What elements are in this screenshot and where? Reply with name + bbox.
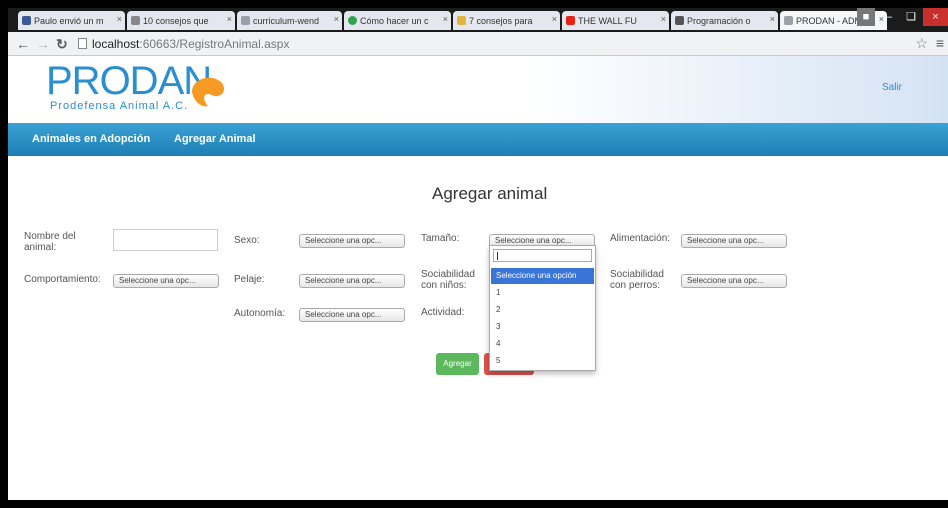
name-label: Nombre del animal: [24,231,76,253]
size-dropdown-list: Seleccione una opción 1 2 3 4 5 [489,245,596,371]
tab-title: 7 consejos para [469,15,533,26]
dropdown-option[interactable]: Seleccione una opción [491,268,594,284]
sex-select[interactable]: Seleccione una opc... [299,234,405,248]
dogs-sociability-label: Sociabilidad con perros: [610,269,664,291]
main-content: Agregar animal Nombre del animal: Sexo: … [8,156,948,500]
back-icon[interactable]: ← [16,36,30,52]
dropdown-search-input[interactable] [493,249,592,262]
url-host: localhost [92,37,140,51]
coat-label: Pelaje: [234,274,265,285]
tab-title: Paulo envió un m [34,15,104,26]
tab-title: curriculum-wend [253,15,320,26]
tab-title: Programación o [687,15,751,26]
tab-title: PRODAN - ADM [796,15,863,26]
browser-tab[interactable]: Cómo hacer un c × [344,11,451,30]
logo-title: PRODAN [46,59,212,103]
food-select[interactable]: Seleccione una opc... [681,234,787,248]
nav-add-animal-link[interactable]: Agregar Animal [174,133,256,145]
tab-title: THE WALL FU [578,15,637,26]
youtube-icon [566,16,575,25]
logout-link[interactable]: Salir [882,82,902,93]
user-icon[interactable]: ■ [857,8,875,26]
close-icon[interactable]: × [443,14,448,24]
dropdown-option[interactable]: 4 [491,336,594,352]
dogs-sociability-select[interactable]: Seleccione una opc... [681,274,787,288]
browser-tab[interactable]: 10 consejos que × [127,11,235,30]
page-icon [78,38,87,49]
dropdown-option[interactable]: 5 [491,353,594,369]
nav-adoption-link[interactable]: Animales en Adopción [32,133,150,145]
dropdown-option[interactable]: 1 [491,285,594,301]
close-icon[interactable]: × [227,14,232,24]
size-label: Tamaño: [421,233,460,244]
site-header: PRODAN Prodefensa Animal A.C. Salir [8,56,948,123]
browser-tab[interactable]: Paulo envió un m × [18,11,125,30]
close-icon[interactable]: × [770,14,775,24]
site-icon [348,16,357,25]
browser-tab-strip: Paulo envió un m × 10 consejos que × curri… [8,8,948,32]
close-icon[interactable]: × [334,14,339,24]
browser-tab[interactable]: THE WALL FU × [562,11,669,30]
tab-title: 10 consejos que [143,15,209,26]
address-bar: ← → ↻ localhost:60663/RegistroAnimal.asp… [8,32,948,56]
close-window-icon[interactable]: × [923,8,948,26]
paw-logo-icon [192,77,224,107]
url-path: :60663/RegistroAnimal.aspx [139,37,290,51]
minimize-icon[interactable]: – [879,8,899,26]
close-icon[interactable]: × [117,14,122,24]
wikipedia-icon [675,16,684,25]
browser-tab[interactable]: Programación o × [671,11,778,30]
kids-sociability-label: Sociabilidad con niños: [421,269,475,291]
site-icon [457,16,466,25]
sex-label: Sexo: [234,235,260,246]
close-icon[interactable]: × [552,14,557,24]
text-cursor [497,252,498,260]
browser-tab[interactable]: curriculum-wend × [237,11,342,30]
document-icon [241,16,250,25]
url-field[interactable]: localhost:60663/RegistroAnimal.aspx [92,37,289,51]
facebook-icon [22,16,31,25]
browser-tab[interactable]: 7 consejos para × [453,11,560,30]
dropdown-option[interactable]: 3 [491,319,594,335]
logo-subtitle: Prodefensa Animal A.C. [50,100,189,112]
coat-select[interactable]: Seleccione una opc... [299,274,405,288]
page-icon [131,16,140,25]
menu-icon[interactable]: ≡ [936,35,944,51]
behavior-select[interactable]: Seleccione una opc... [113,274,219,288]
tab-title: Cómo hacer un c [360,15,429,26]
document-icon [784,16,793,25]
behavior-label: Comportamiento: [24,274,101,285]
autonomy-select[interactable]: Seleccione una opc... [299,308,405,322]
bookmark-star-icon[interactable]: ☆ [915,35,928,52]
submit-button[interactable]: Agregar [436,353,479,375]
dropdown-option[interactable]: 2 [491,302,594,318]
close-icon[interactable]: × [661,14,666,24]
forward-icon[interactable]: → [36,36,50,52]
maximize-icon[interactable]: ❏ [901,8,921,26]
autonomy-label: Autonomía: [234,308,286,319]
food-label: Alimentación: [610,233,671,244]
main-nav: Animales en Adopción Agregar Animal [8,123,948,156]
name-input[interactable] [113,229,218,251]
reload-icon[interactable]: ↻ [56,36,68,52]
activity-label: Actividad: [421,307,465,318]
page-title: Agregar animal [432,184,548,203]
